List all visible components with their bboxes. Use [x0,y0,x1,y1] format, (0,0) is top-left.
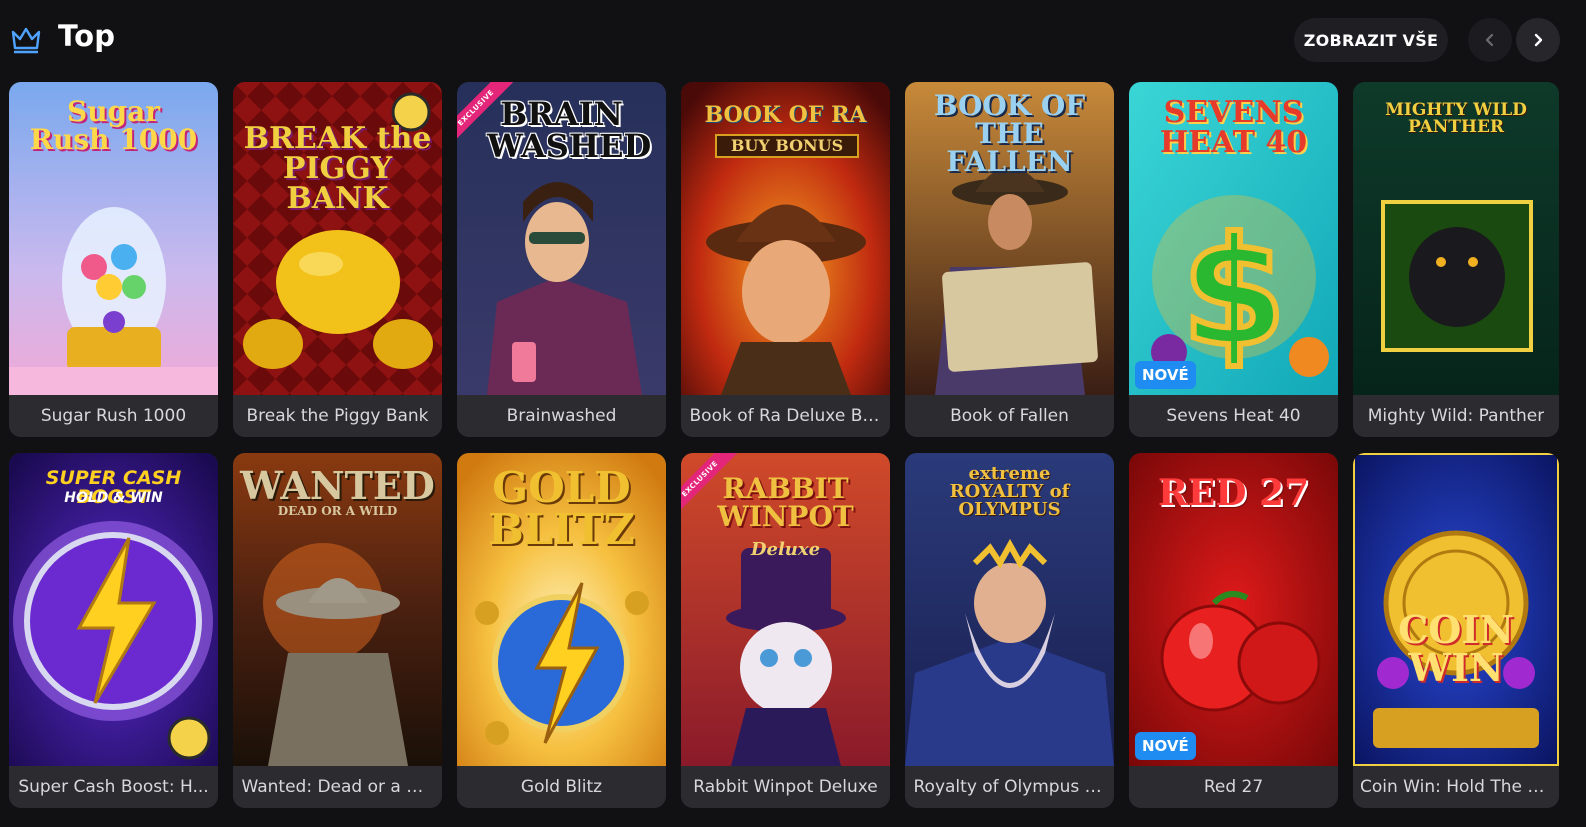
game-art-title: BOOK OF RA [704,102,867,128]
game-art-title: RABBIT WINPOT [717,472,854,533]
game-thumbnail: GOLD BLITZ [457,453,666,766]
svg-text:$: $ [1182,206,1286,380]
game-thumbnail: Sugar Rush 1000 [9,82,218,395]
game-card-brainwashed[interactable]: EXCLUSIVE BRAIN WASHED Brainwashed [457,82,666,437]
next-button[interactable] [1516,18,1560,62]
game-art-title: extreme ROYALTY of OLYMPUS [949,463,1070,520]
game-art-title: BOOK OF THE FALLEN [933,89,1086,178]
game-name: Royalty of Olympus E... [905,766,1114,808]
game-thumbnail: WANTED DEAD OR A WILD [233,453,442,766]
game-art-title: COIN WIN [1398,607,1514,690]
game-thumbnail: extreme ROYALTY of OLYMPUS [905,453,1114,766]
game-card-mighty-wild-panther[interactable]: MIGHTY WILD PANTHER Mighty Wild: Panther [1353,82,1559,437]
game-card-royalty-of-olympus[interactable]: extreme ROYALTY of OLYMPUS Royalty of Ol… [905,453,1114,808]
game-art-title: MIGHTY WILD PANTHER [1385,100,1527,137]
section-header: Top ZOBRAZIT VŠE [0,0,1586,80]
game-card-book-of-fallen[interactable]: BOOK OF THE FALLEN Book of Fallen [905,82,1114,437]
game-thumbnail: $ SEVENS HEAT 40 NOVÉ [1129,82,1338,395]
game-name: Wanted: Dead or a W... [233,766,442,808]
game-card-sevens-heat-40[interactable]: $ SEVENS HEAT 40 NOVÉ Sevens Heat 40 [1129,82,1338,437]
game-name: Coin Win: Hold The S... [1353,766,1559,808]
game-thumbnail: RED 27 NOVÉ [1129,453,1338,766]
show-all-button[interactable]: ZOBRAZIT VŠE [1294,18,1448,62]
new-badge: NOVÉ [1135,361,1196,389]
game-name: Mighty Wild: Panther [1353,395,1559,437]
game-name: Book of Ra Deluxe Bu... [681,395,890,437]
game-card-rabbit-winpot-deluxe[interactable]: EXCLUSIVE RABBIT WINPOT Deluxe Rabbit Wi… [681,453,890,808]
crown-icon [11,27,41,54]
game-card-super-cash-boost[interactable]: SUPER CASH BOOST HOLD & WIN Super Cash B… [9,453,218,808]
game-name: Rabbit Winpot Deluxe [681,766,890,808]
game-thumbnail: COIN WIN [1353,453,1559,766]
new-badge: NOVÉ [1135,732,1196,760]
game-thumbnail: SUPER CASH BOOST HOLD & WIN [9,453,218,766]
game-card-red-27[interactable]: RED 27 NOVÉ Red 27 [1129,453,1338,808]
game-name: Brainwashed [457,395,666,437]
game-card-wanted-dead-or-a-wild[interactable]: WANTED DEAD OR A WILD Wanted: Dead or a … [233,453,442,808]
game-art-title: Sugar Rush 1000 [29,95,198,156]
game-art-subtitle: DEAD OR A WILD [277,504,398,518]
game-name: Super Cash Boost: H... [9,766,218,808]
section-title: Top [58,19,116,53]
chevron-right-icon [1534,33,1543,47]
prev-button[interactable] [1468,18,1512,62]
game-art-subtitle: BUY BONUS [715,134,859,158]
game-thumbnail: EXCLUSIVE RABBIT WINPOT Deluxe [681,453,890,766]
game-name: Sevens Heat 40 [1129,395,1338,437]
game-art-subtitle: Deluxe [750,539,821,560]
game-art-title: BREAK the PIGGY BANK [243,121,432,216]
chevron-left-icon [1485,33,1494,47]
game-name: Book of Fallen [905,395,1114,437]
game-art-title: GOLD BLITZ [488,463,635,554]
game-card-book-of-ra-deluxe[interactable]: BOOK OF RA BUY BONUS Book of Ra Deluxe B… [681,82,890,437]
game-thumbnail: EXCLUSIVE BRAIN WASHED [457,82,666,395]
game-thumbnail: MIGHTY WILD PANTHER [1353,82,1559,395]
game-name: Gold Blitz [457,766,666,808]
game-art-subtitle: HOLD & WIN [64,490,163,506]
game-card-coin-win[interactable]: COIN WIN Coin Win: Hold The S... [1353,453,1559,808]
game-art-title: SEVENS HEAT 40 [1159,95,1308,160]
game-card-break-the-piggy-bank[interactable]: BREAK the PIGGY BANK Break the Piggy Ban… [233,82,442,437]
game-art-title: RED 27 [1157,472,1310,514]
game-name: Sugar Rush 1000 [9,395,218,437]
game-thumbnail: BOOK OF THE FALLEN [905,82,1114,395]
game-art-title: WANTED [240,463,435,508]
game-card-sugar-rush-1000[interactable]: Sugar Rush 1000 Sugar Rush 1000 [9,82,218,437]
game-thumbnail: BREAK the PIGGY BANK [233,82,442,395]
game-name: Red 27 [1129,766,1338,808]
game-name: Break the Piggy Bank [233,395,442,437]
game-art-title: BRAIN WASHED [487,95,652,165]
game-thumbnail: BOOK OF RA BUY BONUS [681,82,890,395]
game-card-gold-blitz[interactable]: GOLD BLITZ Gold Blitz [457,453,666,808]
